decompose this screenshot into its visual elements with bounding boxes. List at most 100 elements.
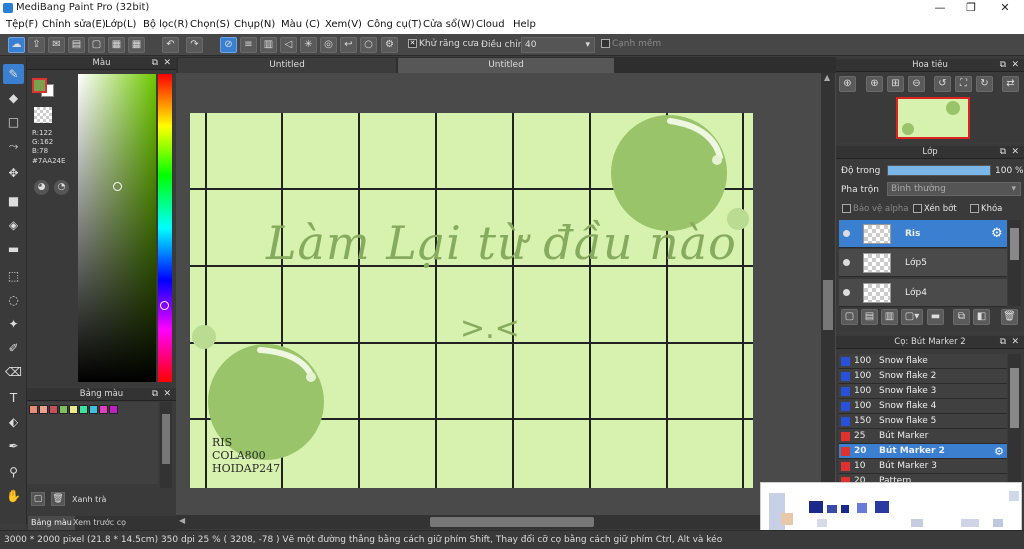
- transparent-color-swatch[interactable]: [34, 107, 52, 123]
- close-icon[interactable]: ✕: [163, 388, 171, 401]
- saturation-value-picker[interactable]: [78, 74, 156, 382]
- menu-capture[interactable]: Chụp(N): [234, 19, 275, 30]
- zoom-in-2-icon[interactable]: ⊕: [866, 76, 883, 92]
- eyedropper-tool-icon[interactable]: ⚲: [3, 462, 24, 482]
- palette-swatch[interactable]: [89, 405, 98, 414]
- delete-layer-icon[interactable]: 🗑: [1001, 309, 1018, 325]
- scroll-left-icon[interactable]: ◀: [179, 516, 185, 525]
- snap-off-icon[interactable]: ⊘: [220, 37, 237, 53]
- gear-icon[interactable]: ⚙: [991, 226, 1003, 241]
- tab-document-2[interactable]: Untitled: [398, 58, 614, 73]
- canvas-area[interactable]: Làm Lại từ đầu nào >.< RIS COLA800 HOIDA…: [176, 73, 836, 515]
- clipping-checkbox[interactable]: [913, 204, 922, 213]
- folder-icon[interactable]: ▬: [927, 309, 944, 325]
- color-history-icon[interactable]: ◔: [54, 180, 69, 195]
- brush-row[interactable]: 100 Snow flake: [839, 354, 1007, 369]
- color-wheel-icon[interactable]: ◕: [34, 180, 49, 195]
- palette-swatch[interactable]: [109, 405, 118, 414]
- gear-icon[interactable]: ⚙: [994, 444, 1004, 459]
- blend-mode-select[interactable]: Bình thường ▾: [887, 182, 1021, 196]
- minimize-button[interactable]: —: [924, 0, 956, 16]
- snap-ellipse-icon[interactable]: ○: [360, 37, 377, 53]
- menu-file[interactable]: Tệp(F): [6, 19, 38, 30]
- fill-rect-tool-icon[interactable]: ■: [3, 191, 24, 211]
- menu-view[interactable]: Xem(V): [325, 19, 362, 30]
- menu-tools[interactable]: Công cụ(T): [367, 19, 422, 30]
- comment-list-icon[interactable]: ▤: [68, 37, 85, 53]
- palette-swatch[interactable]: [69, 405, 78, 414]
- horizontal-scroll-thumb[interactable]: [430, 517, 594, 527]
- zoom-in-icon[interactable]: ⊕: [839, 76, 856, 92]
- magic-wand-tool-icon[interactable]: ✦: [3, 314, 24, 334]
- brush-row[interactable]: 100 Snow flake 4: [839, 399, 1007, 414]
- snap-parallel-icon[interactable]: ≡: [240, 37, 257, 53]
- new-8bit-layer-icon[interactable]: ▥: [881, 309, 898, 325]
- antialias-checkbox[interactable]: ✕: [408, 39, 417, 48]
- layer-row[interactable]: Ris ⚙: [839, 220, 1007, 248]
- menu-color[interactable]: Màu (C): [281, 19, 320, 30]
- select-rect-tool-icon[interactable]: ⬚: [3, 266, 24, 286]
- visibility-icon[interactable]: [843, 230, 850, 237]
- palette-swatch[interactable]: [59, 405, 68, 414]
- page-list-icon[interactable]: ▦: [108, 37, 125, 53]
- tab-palette[interactable]: Bảng màu: [28, 516, 75, 530]
- fit-screen-icon[interactable]: ⛶: [955, 76, 972, 92]
- text-tool-icon[interactable]: T: [3, 388, 24, 408]
- snap-grid-icon[interactable]: ▥: [260, 37, 277, 53]
- hue-cursor[interactable]: [160, 301, 169, 310]
- maximize-button[interactable]: ❐: [955, 0, 987, 16]
- select-eraser-tool-icon[interactable]: ⌫: [3, 362, 24, 382]
- new-palette-icon[interactable]: ▢: [31, 492, 45, 506]
- select-pen-tool-icon[interactable]: ✐: [3, 338, 24, 358]
- brush-row[interactable]: 10 Bút Marker 3: [839, 459, 1007, 474]
- drawing-canvas[interactable]: Làm Lại từ đầu nào >.< RIS COLA800 HOIDA…: [190, 113, 753, 488]
- brush-scrollbar[interactable]: [1008, 354, 1021, 484]
- palette-scroll-thumb[interactable]: [162, 414, 170, 464]
- brush-row[interactable]: 25 Bút Marker: [839, 429, 1007, 444]
- close-icon[interactable]: ✕: [1011, 146, 1019, 159]
- rotate-left-icon[interactable]: ↺: [934, 76, 951, 92]
- hue-slider[interactable]: [158, 74, 172, 382]
- visibility-icon[interactable]: [843, 289, 850, 296]
- merge-layer-icon[interactable]: ◧: [973, 309, 990, 325]
- palette-swatch[interactable]: [39, 405, 48, 414]
- scroll-up-icon[interactable]: ▲: [824, 73, 830, 82]
- menu-edit[interactable]: Chỉnh sửa(E): [42, 19, 106, 30]
- menu-window[interactable]: Cửa sổ(W): [423, 19, 475, 30]
- menu-layer[interactable]: Lớp(L): [105, 19, 136, 30]
- palette-scrollbar[interactable]: [160, 402, 172, 488]
- palette-swatch[interactable]: [79, 405, 88, 414]
- horizontal-scrollbar[interactable]: ◀: [176, 515, 836, 529]
- palette-swatch[interactable]: [29, 405, 38, 414]
- palette-swatch[interactable]: [99, 405, 108, 414]
- undock-icon[interactable]: ⧉: [1000, 336, 1006, 349]
- new-layer-menu-icon[interactable]: ▢▾: [901, 309, 923, 325]
- undo-icon[interactable]: ↶: [162, 37, 179, 53]
- snap-radial-icon[interactable]: ✳: [300, 37, 317, 53]
- fit-icon[interactable]: ⊞: [887, 76, 904, 92]
- new-halftone-layer-icon[interactable]: ▤: [861, 309, 878, 325]
- soft-edge-checkbox[interactable]: [601, 39, 610, 48]
- clipping-option[interactable]: Xén bớt: [913, 204, 957, 214]
- upload-icon[interactable]: ⇪: [28, 37, 45, 53]
- undock-icon[interactable]: ⧉: [1000, 146, 1006, 159]
- layer-row[interactable]: Lớp4: [839, 279, 1007, 307]
- duplicate-layer-icon[interactable]: ⧉: [953, 309, 970, 325]
- lock-option[interactable]: Khóa: [970, 204, 1002, 214]
- lasso-tool-icon[interactable]: ◌: [3, 290, 24, 310]
- vertical-scroll-thumb[interactable]: [823, 280, 833, 330]
- delete-palette-icon[interactable]: 🗑: [51, 492, 65, 506]
- protect-alpha-checkbox[interactable]: [842, 204, 851, 213]
- snap-circle-icon[interactable]: ◎: [320, 37, 337, 53]
- comment-icon[interactable]: ✉: [48, 37, 65, 53]
- menu-help[interactable]: Help: [513, 19, 536, 30]
- rotate-right-icon[interactable]: ↻: [976, 76, 993, 92]
- antialias-toggle[interactable]: ✕ Khử răng cưa: [408, 39, 479, 49]
- dot-tool-icon[interactable]: □: [3, 112, 24, 132]
- tab-document-1[interactable]: Untitled: [178, 58, 396, 73]
- bucket-tool-icon[interactable]: ◈: [3, 215, 24, 235]
- tab-brush-preview[interactable]: Xem trước cọ: [73, 516, 126, 530]
- brush-scroll-thumb[interactable]: [1010, 368, 1019, 428]
- brush-row[interactable]: 150 Snow flake 5: [839, 414, 1007, 429]
- visibility-icon[interactable]: [843, 259, 850, 266]
